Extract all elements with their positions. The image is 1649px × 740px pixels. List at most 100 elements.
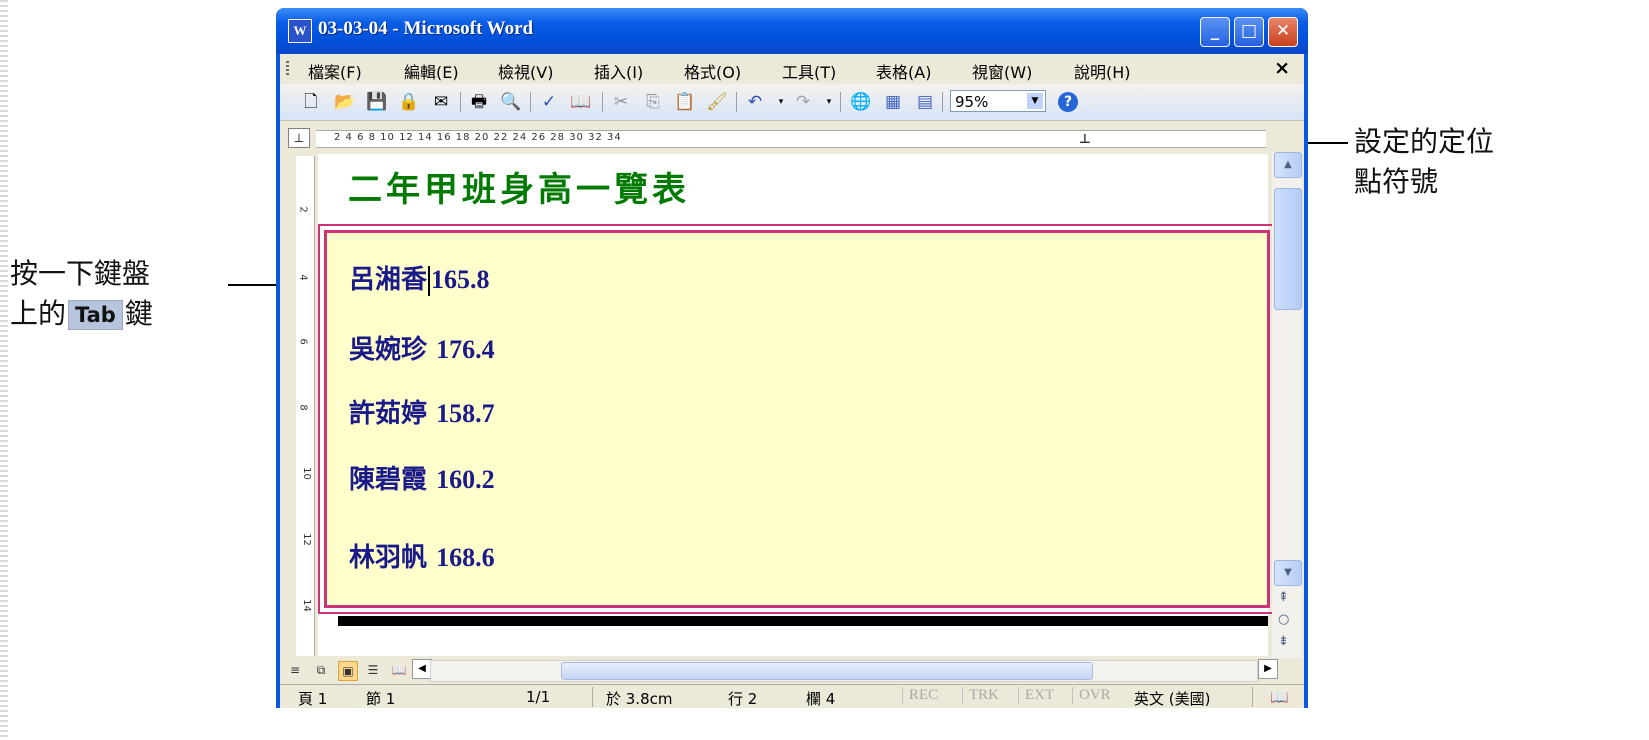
document-area[interactable]: 二年甲班身高一覽表 呂湘香 165.8 吳婉珍 176.4 許茹婷 158.7 陳… xyxy=(318,154,1276,656)
insert-table-icon[interactable]: ▤ xyxy=(914,91,936,113)
callout-stop-line2: 點符號 xyxy=(1354,165,1439,198)
email-icon[interactable]: ✉ xyxy=(430,91,452,113)
student-height: 168.6 xyxy=(436,543,495,572)
print-preview-icon[interactable]: 🔍 xyxy=(500,91,522,113)
redo-icon[interactable]: ↷ xyxy=(792,91,814,113)
zoom-dropdown[interactable]: 95% ▼ xyxy=(950,90,1046,112)
hyperlink-icon[interactable]: 🌐 xyxy=(850,91,872,113)
tab-selector-icon[interactable]: ⊥ xyxy=(288,128,310,148)
menu-view[interactable]: 檢視(V) xyxy=(498,59,553,83)
redo-dropdown-icon[interactable]: ▾ xyxy=(818,91,840,113)
scroll-right-icon[interactable]: ▶ xyxy=(1258,659,1278,679)
web-layout-view-icon[interactable]: ⧉ xyxy=(312,661,330,679)
menu-table[interactable]: 表格(A) xyxy=(876,59,931,83)
status-ext[interactable]: EXT xyxy=(1018,687,1054,704)
text-cursor xyxy=(428,266,431,296)
menu-help[interactable]: 說明(H) xyxy=(1074,59,1131,83)
callout-tab-line2: 上的 Tab 鍵 xyxy=(10,294,153,334)
menu-edit[interactable]: 編輯(E) xyxy=(404,59,459,83)
callout-tab-prefix: 上的 xyxy=(10,297,67,330)
undo-icon[interactable]: ↶ xyxy=(744,91,766,113)
vertical-scroll-thumb[interactable] xyxy=(1274,188,1302,310)
reading-layout-view-icon[interactable]: 📖 xyxy=(390,661,408,679)
scroll-down-icon[interactable]: ▼ xyxy=(1274,560,1302,586)
status-page-count: 1/1 xyxy=(526,688,551,706)
status-bar: 頁 1 節 1 1/1 於 3.8cm 行 2 欄 4 REC TRK EXT … xyxy=(280,684,1304,708)
tab-key-label: Tab xyxy=(68,300,123,330)
print-layout-view-icon[interactable]: ▣ xyxy=(338,661,358,681)
next-page-icon[interactable]: ⇟ xyxy=(1278,634,1289,649)
spelling-check-icon[interactable]: ✓ xyxy=(538,91,560,113)
horizontal-scroll-thumb[interactable] xyxy=(561,662,1093,680)
window-title: 03-03-04 - Microsoft Word xyxy=(318,18,534,39)
close-button[interactable]: ✕ xyxy=(1268,17,1298,47)
toolbar-separator xyxy=(736,92,737,112)
status-rec[interactable]: REC xyxy=(902,687,938,704)
status-trk[interactable]: TRK xyxy=(962,687,999,704)
callout-tab-line1: 按一下鍵盤 xyxy=(10,257,151,290)
zoom-chevron-down-icon[interactable]: ▼ xyxy=(1027,93,1043,109)
vruler-number: 12 xyxy=(300,533,312,546)
horizontal-scrollbar[interactable] xyxy=(430,660,1258,682)
research-icon[interactable]: 📖 xyxy=(570,91,592,113)
menu-insert[interactable]: 插入(I) xyxy=(594,59,643,83)
toolbar-separator xyxy=(460,92,461,112)
paste-icon[interactable]: 📋 xyxy=(674,91,696,113)
callout-tab-key: 按一下鍵盤 上的 Tab 鍵 xyxy=(10,254,153,334)
scroll-left-icon[interactable]: ◀ xyxy=(412,659,432,679)
status-language[interactable]: 英文 (美國) xyxy=(1134,688,1210,708)
status-separator xyxy=(592,687,593,707)
callout-tab-stop: 設定的定位 點符號 xyxy=(1354,122,1494,202)
vruler-number: 6 xyxy=(297,338,309,345)
menu-window[interactable]: 視窗(W) xyxy=(972,59,1032,83)
spelling-status-icon[interactable]: 📖 xyxy=(1270,688,1289,706)
vertical-scrollbar[interactable]: ▲ ▼ ⇞ ○ ⇟ xyxy=(1272,152,1302,660)
status-ovr[interactable]: OVR xyxy=(1072,687,1111,704)
copy-icon[interactable]: ⎘ xyxy=(642,91,664,113)
print-icon[interactable]: 🖶 xyxy=(468,91,490,113)
normal-view-icon[interactable]: ≡ xyxy=(286,661,304,679)
format-painter-icon[interactable]: 🖌 xyxy=(706,91,728,113)
open-folder-icon[interactable]: 📂 xyxy=(334,91,356,113)
title-bar[interactable]: W 03-03-04 - Microsoft Word _ □ ✕ xyxy=(276,8,1308,54)
word-app-icon[interactable]: W xyxy=(288,19,312,43)
save-icon[interactable]: 💾 xyxy=(366,91,388,113)
cut-icon[interactable]: ✂ xyxy=(610,91,632,113)
toolbar-separator xyxy=(530,92,531,112)
new-document-icon[interactable]: 🗋 xyxy=(300,91,322,113)
list-item[interactable]: 呂湘香 165.8 xyxy=(349,259,490,296)
menu-format[interactable]: 格式(O) xyxy=(684,59,741,83)
toolbar-separator xyxy=(942,92,943,112)
list-item[interactable]: 林羽帆 168.6 xyxy=(349,537,495,574)
maximize-button[interactable]: □ xyxy=(1234,17,1264,47)
previous-page-icon[interactable]: ⇞ xyxy=(1278,590,1289,605)
outline-view-icon[interactable]: ☰ xyxy=(364,661,382,679)
document-close-icon[interactable]: × xyxy=(1274,57,1290,79)
height-list-box[interactable]: 呂湘香 165.8 吳婉珍 176.4 許茹婷 158.7 陳碧霞 160.2 林… xyxy=(318,224,1276,614)
minimize-button[interactable]: _ xyxy=(1200,17,1230,47)
slide-edge-decoration xyxy=(0,0,8,740)
horizontal-ruler[interactable]: 2 4 6 8 10 12 14 16 18 20 22 24 26 28 30… xyxy=(316,130,1266,148)
list-item[interactable]: 吳婉珍 176.4 xyxy=(349,329,495,366)
browse-object-icon[interactable]: ○ xyxy=(1278,612,1289,627)
menubar-grip[interactable] xyxy=(286,61,289,77)
tab-stop-marker-icon[interactable]: ⊥ xyxy=(1079,132,1091,147)
student-name: 呂湘香 xyxy=(349,265,428,295)
word-window: W 03-03-04 - Microsoft Word _ □ ✕ 檔案(F) … xyxy=(276,8,1308,708)
menu-file[interactable]: 檔案(F) xyxy=(308,59,362,83)
undo-dropdown-icon[interactable]: ▾ xyxy=(770,91,792,113)
document-heading[interactable]: 二年甲班身高一覽表 xyxy=(348,162,690,211)
permission-icon[interactable]: 🔒 xyxy=(398,91,420,113)
menu-tools[interactable]: 工具(T) xyxy=(782,59,836,83)
status-page: 頁 1 xyxy=(298,690,328,708)
tables-borders-icon[interactable]: ▦ xyxy=(882,91,904,113)
status-line: 行 2 xyxy=(728,690,758,708)
scroll-up-icon[interactable]: ▲ xyxy=(1274,152,1302,178)
help-icon[interactable]: ? xyxy=(1058,92,1078,112)
vertical-ruler[interactable]: 2 4 6 8 10 12 14 xyxy=(296,156,315,656)
list-item[interactable]: 許茹婷 158.7 xyxy=(349,393,495,430)
standard-toolbar: 🗋 📂 💾 🔒 ✉ 🖶 🔍 ✓ 📖 ✂ ⎘ 📋 🖌 ↶ ▾ ↷ ▾ 🌐 ▦ ▤ xyxy=(280,84,1304,121)
list-item[interactable]: 陳碧霞 160.2 xyxy=(349,459,495,496)
bottom-border-bar xyxy=(338,616,1268,626)
toolbar-separator xyxy=(602,92,603,112)
